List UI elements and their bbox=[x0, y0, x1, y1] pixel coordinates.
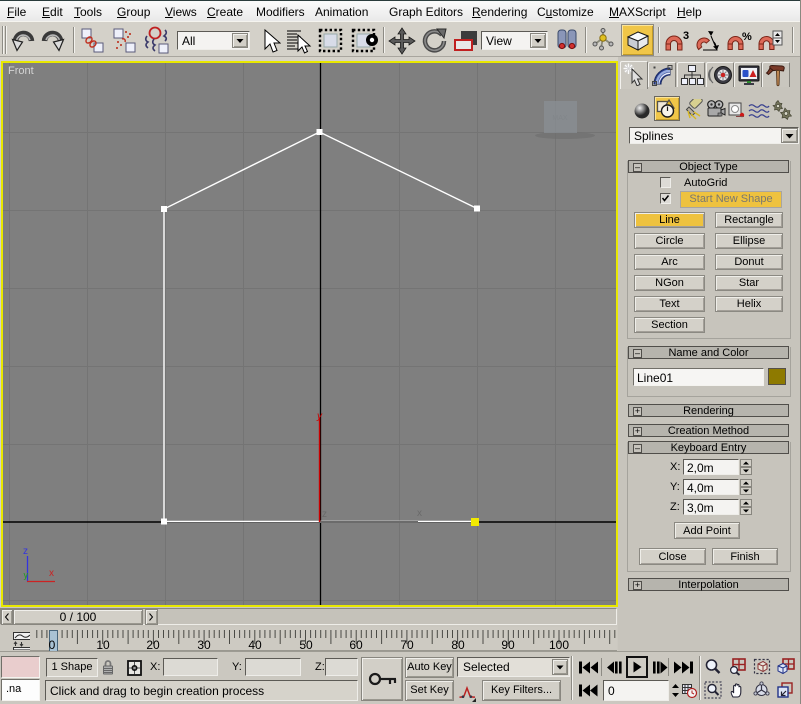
svg-text:y: y bbox=[316, 411, 323, 422]
svg-text:x: x bbox=[49, 568, 54, 579]
svg-text:z: z bbox=[23, 546, 28, 557]
svg-text:z: z bbox=[322, 509, 327, 520]
svg-text:3: 3 bbox=[683, 30, 689, 42]
svg-text:y: y bbox=[24, 570, 29, 580]
svg-text:MAX: MAX bbox=[552, 115, 568, 122]
svg-text:x: x bbox=[417, 508, 422, 519]
svg-text:%: % bbox=[742, 31, 752, 43]
